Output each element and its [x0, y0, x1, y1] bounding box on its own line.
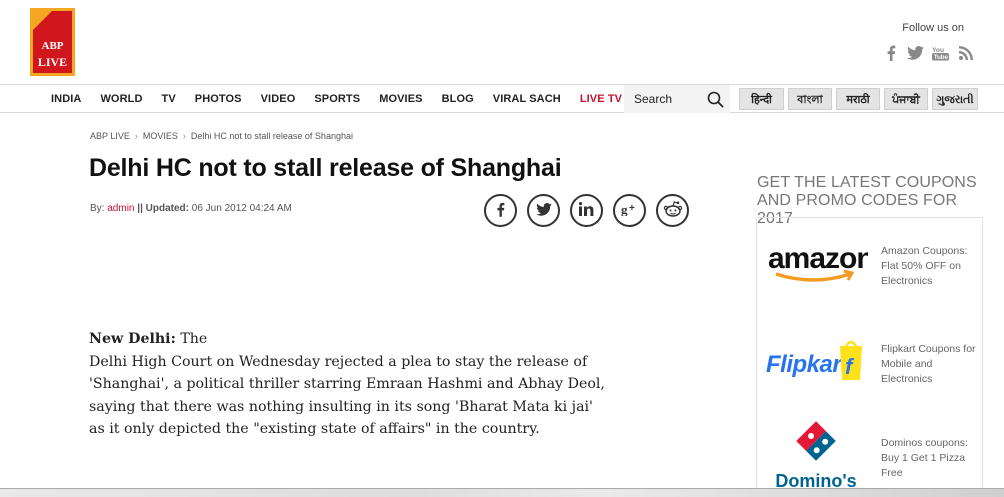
updated-date: 06 Jun 2012 04:24 AM	[191, 203, 292, 214]
svg-text:g: g	[621, 202, 628, 216]
bottom-cropped-strip	[0, 488, 1004, 497]
youtube-icon[interactable]: You Tube	[932, 44, 949, 61]
facebook-icon[interactable]	[882, 44, 899, 61]
nav-item-photos[interactable]: PHOTOS	[195, 93, 242, 105]
search-icon[interactable]	[707, 91, 724, 113]
amazon-logo[interactable]: amazon	[757, 218, 875, 308]
twitter-icon	[535, 202, 552, 219]
lang-hindi[interactable]: हिन्दी	[739, 88, 784, 110]
updated-label: || Updated:	[137, 203, 189, 214]
flipkart-logo-text: Flipkart	[766, 351, 850, 378]
coupon-text: Dominos coupons: Buy 1 Get 1 Pizza Free	[881, 437, 968, 479]
search-box	[624, 85, 730, 113]
chevron-right-icon: ›	[182, 131, 186, 141]
amazon-logo-text: amazon	[768, 242, 868, 275]
social-links: You Tube	[882, 44, 974, 61]
nav-item-tv[interactable]: TV	[162, 93, 176, 105]
lang-bangla[interactable]: বাংলা	[788, 88, 832, 110]
reddit-icon	[663, 200, 683, 221]
coupons-widget: amazon Amazon Coupons: Flat 50% OFF on E…	[756, 217, 983, 497]
facebook-icon	[496, 202, 505, 220]
lang-punjabi[interactable]: ਪੰਜਾਬੀ	[884, 88, 928, 110]
nav-item-blog[interactable]: BLOG	[442, 93, 474, 105]
share-google-plus-button[interactable]: g +	[613, 194, 646, 227]
dominos-logo[interactable]: Domino's	[757, 410, 875, 497]
breadcrumb-section[interactable]: MOVIES	[143, 131, 178, 141]
coupon-item[interactable]: Domino's Dominos coupons: Buy 1 Get 1 Pi…	[757, 410, 984, 497]
lang-marathi[interactable]: मराठी	[836, 88, 880, 110]
article-title: Delhi HC not to stall release of Shangha…	[89, 154, 562, 182]
share-twitter-button[interactable]	[527, 194, 560, 227]
breadcrumb-current: Delhi HC not to stall release of Shangha…	[190, 131, 353, 141]
lang-gujarati[interactable]: ગુજરાતી	[932, 88, 978, 110]
article-body: New Delhi: The Delhi High Court on Wedne…	[89, 328, 609, 441]
dateline-place: New Delhi:	[89, 331, 176, 347]
main-navbar: INDIA WORLD TV PHOTOS VIDEO SPORTS MOVIE…	[0, 84, 1004, 113]
svg-text:Tube: Tube	[934, 54, 949, 61]
nav-item-movies[interactable]: MOVIES	[379, 93, 422, 105]
flipkart-logo[interactable]: Flipkart f	[757, 316, 875, 406]
rss-icon[interactable]	[957, 44, 974, 61]
nav-item-india[interactable]: INDIA	[51, 93, 81, 105]
share-linkedin-button[interactable]	[570, 194, 603, 227]
breadcrumb: ABP LIVE › MOVIES › Delhi HC not to stal…	[90, 131, 353, 141]
site-header: ABP LIVE Follow us on You Tube	[0, 0, 1004, 84]
follow-us-label: Follow us on	[902, 22, 964, 34]
by-label: By:	[90, 203, 105, 214]
chevron-right-icon: ›	[134, 131, 138, 141]
coupon-text: Amazon Coupons: Flat 50% OFF on Electron…	[881, 245, 968, 287]
google-plus-icon: g +	[621, 202, 639, 219]
linkedin-icon	[578, 202, 594, 219]
share-facebook-button[interactable]	[484, 194, 517, 227]
coupon-item[interactable]: Flipkart f Flipkart Coupons for Mobile a…	[757, 316, 984, 406]
search-input[interactable]	[634, 92, 704, 106]
svg-text:+: +	[629, 203, 635, 214]
nav-item-live-tv[interactable]: LIVE TV	[580, 93, 622, 105]
article-paragraph: Delhi High Court on Wednesday rejected a…	[89, 353, 605, 438]
language-switcher: हिन्दी বাংলা मराठी ਪੰਜਾਬੀ ગુજરાતી	[739, 88, 978, 110]
article-lead: The	[180, 331, 208, 347]
nav-item-viral-sach[interactable]: VIRAL SACH	[493, 93, 561, 105]
logo-bottom-text: LIVE	[38, 55, 67, 69]
nav-item-world[interactable]: WORLD	[100, 93, 142, 105]
author-link[interactable]: admin	[107, 203, 134, 214]
nav-item-video[interactable]: VIDEO	[261, 93, 296, 105]
logo-top-text: ABP	[42, 40, 64, 52]
nav-links: INDIA WORLD TV PHOTOS VIDEO SPORTS MOVIE…	[51, 85, 676, 113]
nav-item-sports[interactable]: SPORTS	[314, 93, 360, 105]
share-reddit-button[interactable]	[656, 194, 689, 227]
coupon-text: Flipkart Coupons for Mobile and Electron…	[881, 343, 976, 385]
coupon-item[interactable]: amazon Amazon Coupons: Flat 50% OFF on E…	[757, 218, 984, 308]
breadcrumb-home[interactable]: ABP LIVE	[90, 131, 130, 141]
twitter-icon[interactable]	[907, 44, 924, 61]
abp-live-logo[interactable]: ABP LIVE	[30, 8, 75, 76]
article-byline: By: admin || Updated: 06 Jun 2012 04:24 …	[90, 203, 292, 214]
share-buttons: g +	[484, 194, 689, 227]
